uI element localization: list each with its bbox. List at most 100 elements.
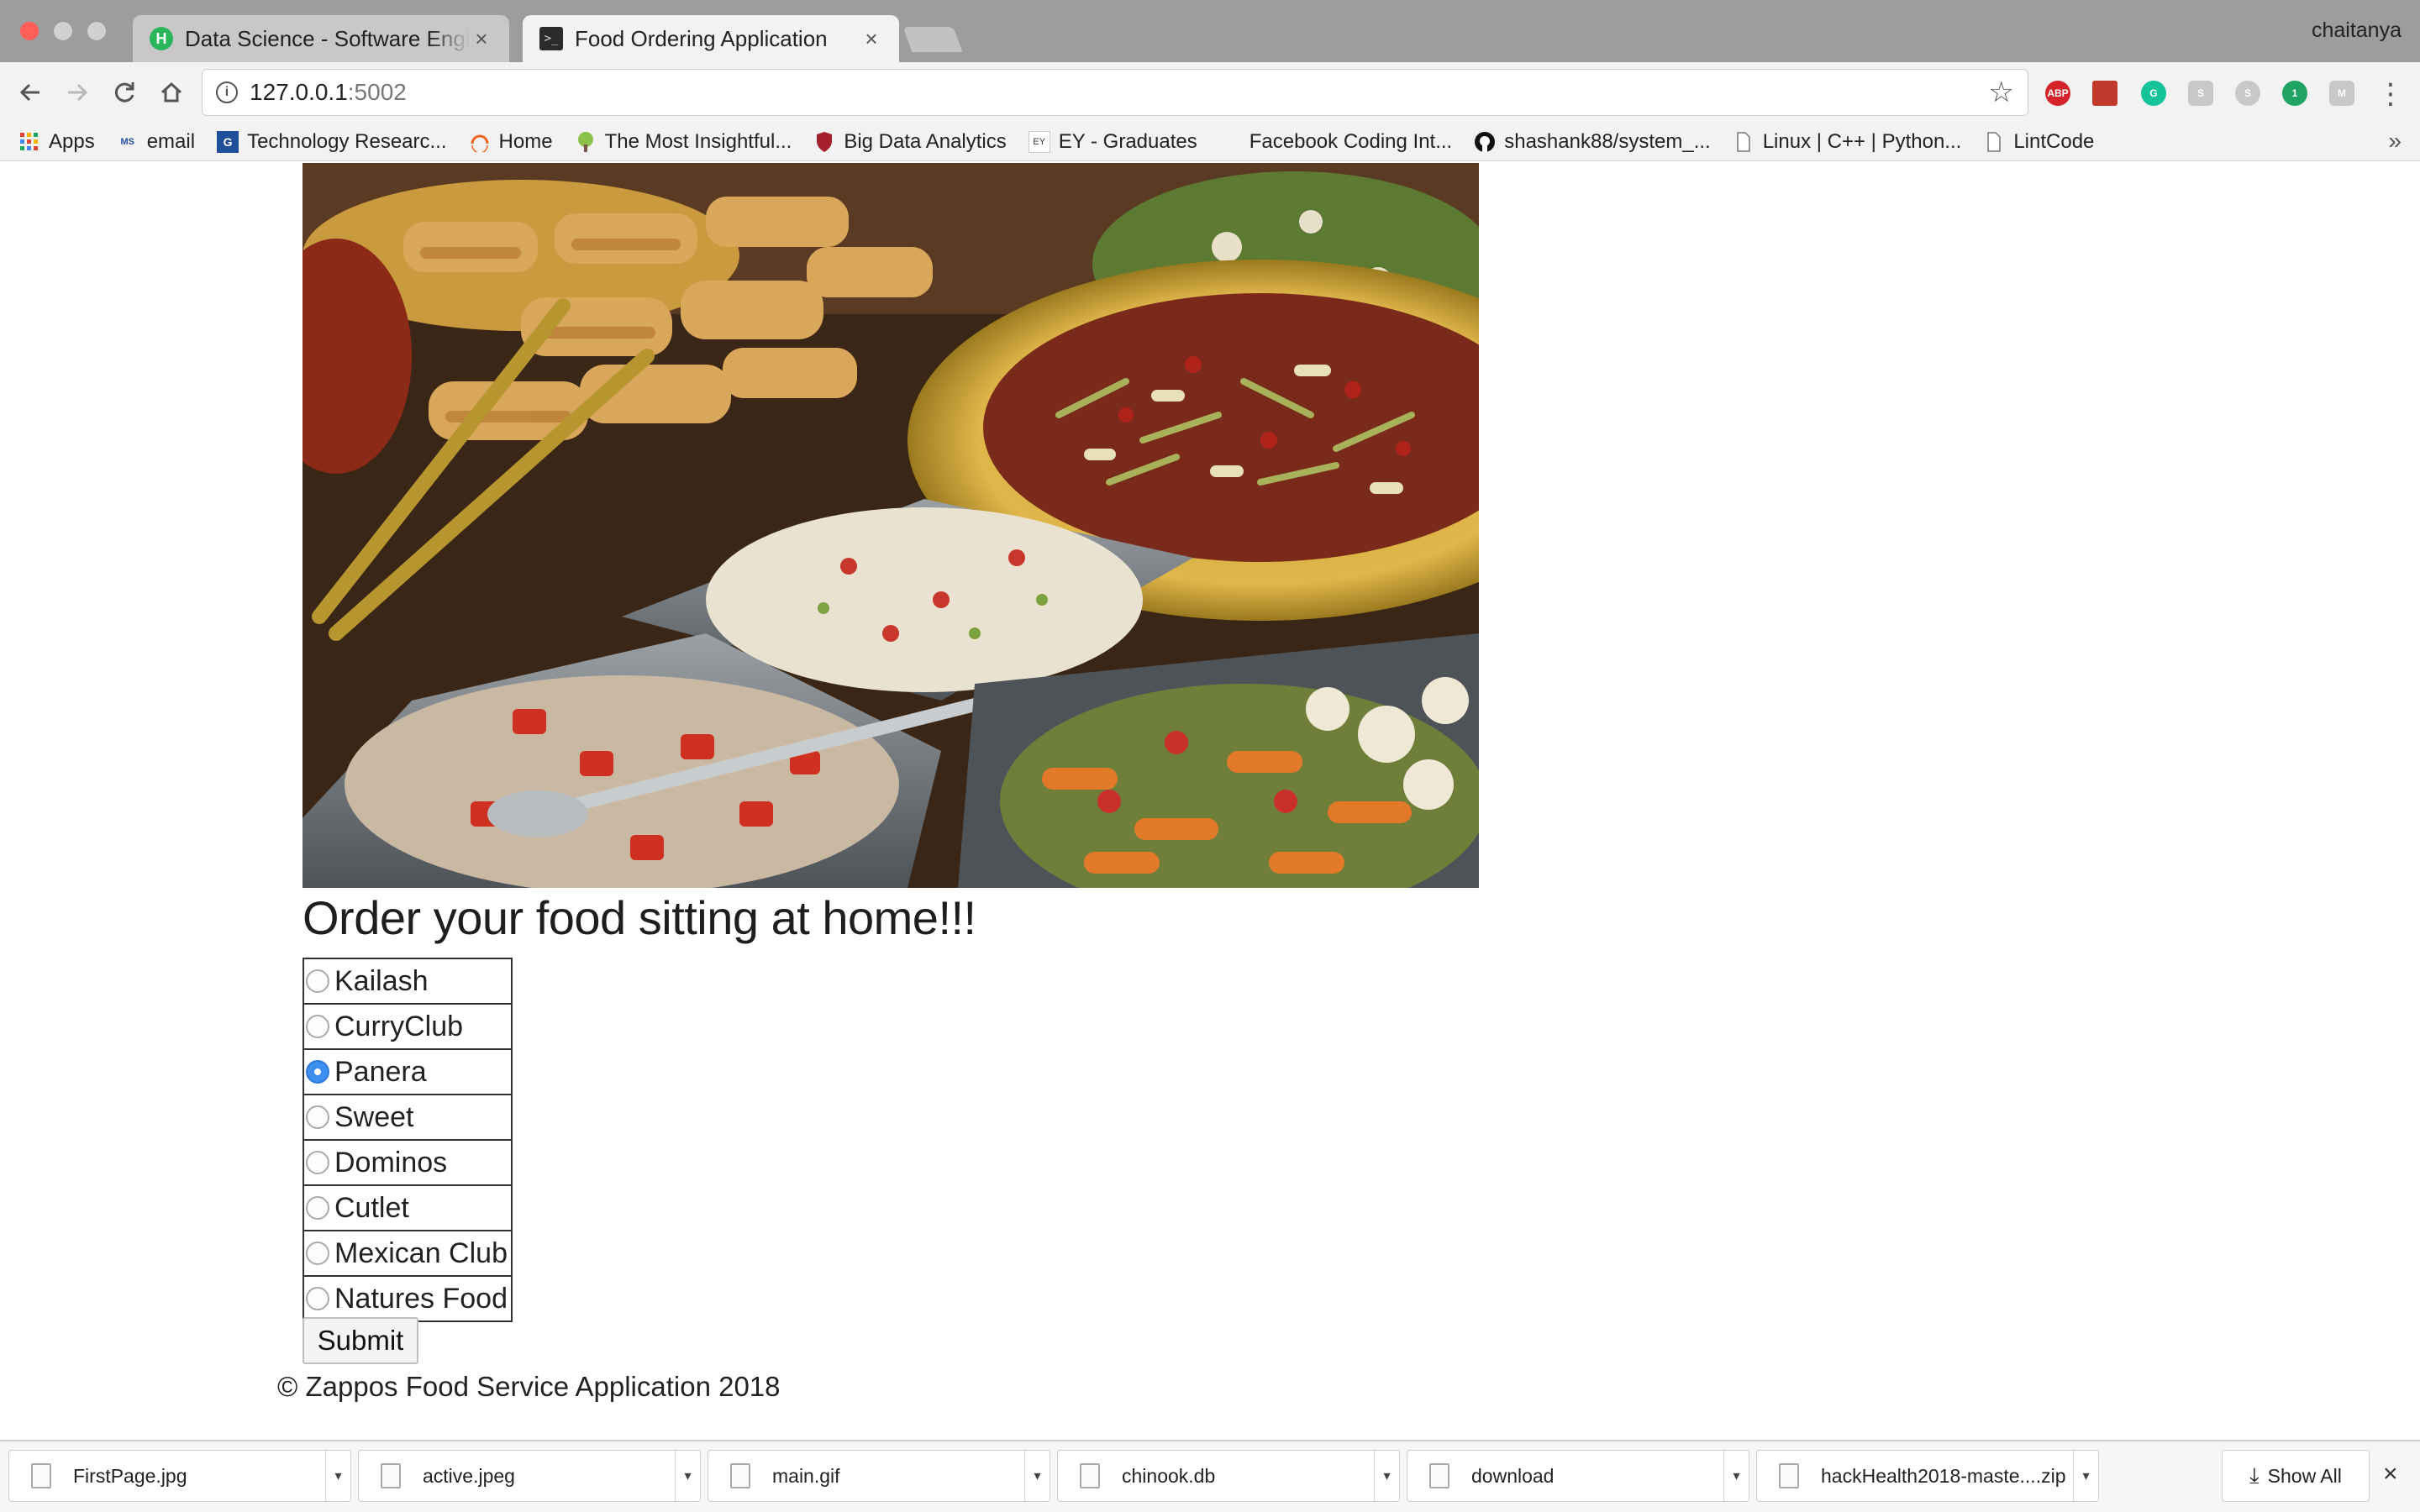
bookmark-label: Facebook Coding Int...	[1249, 129, 1453, 153]
bookmark-star-icon[interactable]: ☆	[1989, 76, 2014, 109]
chevron-down-icon[interactable]: ▾	[1723, 1451, 1749, 1501]
tab-close-icon[interactable]: ×	[860, 26, 882, 52]
show-all-label: Show All	[2267, 1464, 2342, 1487]
download-filename: FirstPage.jpg	[73, 1464, 187, 1487]
chevron-down-icon[interactable]: ▾	[1374, 1451, 1399, 1501]
grammarly-extension-icon[interactable]: G	[2141, 81, 2166, 106]
window-close-button[interactable]	[20, 22, 39, 40]
address-bar[interactable]: i 127.0.0.1:5002 ☆	[202, 69, 2028, 116]
food-buffet-image	[302, 163, 1479, 888]
restaurant-radio[interactable]	[306, 1014, 329, 1038]
restaurant-row[interactable]: Sweet	[302, 1094, 513, 1141]
download-item[interactable]: chinook.db ▾	[1057, 1450, 1400, 1502]
window-minimize-button[interactable]	[54, 22, 72, 40]
page-icon	[1983, 131, 2005, 153]
restaurant-radio[interactable]	[306, 1286, 329, 1310]
bookmarks-overflow-chevron-icon[interactable]: »	[2388, 128, 2402, 155]
bookmark-email[interactable]: MS email	[117, 130, 195, 154]
file-icon	[730, 1463, 750, 1488]
restaurant-radio[interactable]	[306, 1150, 329, 1174]
downloads-shelf: FirstPage.jpg ▾ active.jpeg ▾ main.gif ▾…	[0, 1440, 2420, 1512]
tab-food-ordering[interactable]: >_ Food Ordering Application ×	[523, 15, 899, 62]
restaurant-label: CurryClub	[334, 1010, 464, 1042]
download-item[interactable]: hackHealth2018-maste....zip ▾	[1756, 1450, 2099, 1502]
restaurant-row[interactable]: Panera	[302, 1048, 513, 1095]
chevron-down-icon[interactable]: ▾	[675, 1451, 700, 1501]
url-port: :5002	[347, 79, 407, 105]
download-filename: hackHealth2018-maste....zip	[1821, 1464, 2066, 1487]
badge-extension-icon[interactable]: 1	[2282, 81, 2307, 106]
h-favicon-icon: H	[150, 27, 173, 50]
download-item[interactable]: active.jpeg ▾	[358, 1450, 701, 1502]
bookmark-github-system[interactable]: shashank88/system_...	[1474, 130, 1711, 154]
restaurant-row[interactable]: Dominos	[302, 1139, 513, 1186]
bookmark-label: Home	[498, 129, 553, 153]
restaurant-row[interactable]: Mexican Club	[302, 1230, 513, 1277]
tab-title: Data Science - Software Engin	[185, 25, 471, 51]
bookmark-extension-icon[interactable]	[2092, 81, 2118, 106]
window-maximize-button[interactable]	[87, 22, 106, 40]
restaurant-radio[interactable]	[306, 969, 329, 993]
bookmark-most-insightful[interactable]: The Most Insightful...	[575, 130, 792, 154]
restaurant-label: Kailash	[334, 964, 429, 997]
tab-close-icon[interactable]: ×	[471, 26, 492, 52]
restaurant-radio[interactable]	[306, 1241, 329, 1265]
restaurant-radio[interactable]	[306, 1059, 329, 1084]
skype-extension-icon[interactable]: S	[2235, 81, 2260, 106]
restaurant-choices-table: Kailash CurryClub Panera Sweet Dominos C…	[302, 958, 513, 1322]
file-icon	[31, 1463, 51, 1488]
ey-icon: EY	[1028, 130, 1050, 153]
browser-toolbar: i 127.0.0.1:5002 ☆ ABP G S S 1 M ⋮	[0, 62, 2420, 123]
browser-menu-icon[interactable]: ⋮	[2376, 77, 2405, 111]
site-info-icon[interactable]: i	[216, 81, 238, 103]
m-extension-icon[interactable]: M	[2329, 81, 2354, 106]
profile-name[interactable]: chaitanya	[2312, 18, 2402, 43]
bookmark-ey-graduates[interactable]: EY EY - Graduates	[1028, 130, 1197, 154]
page-heading: Order your food sitting at home!!!	[302, 891, 976, 944]
bookmark-apps[interactable]: Apps	[18, 130, 95, 154]
bookmark-home[interactable]: Home	[469, 130, 553, 154]
file-icon	[1779, 1463, 1799, 1488]
shield-icon	[813, 131, 835, 153]
bookmarks-bar: Apps MS email G Technology Researc... Ho…	[0, 123, 2420, 161]
restaurant-row[interactable]: Natures Food	[302, 1275, 513, 1322]
file-icon	[1429, 1463, 1449, 1488]
restaurant-radio[interactable]	[306, 1105, 329, 1129]
bookmark-linux-cpp-python[interactable]: Linux | C++ | Python...	[1733, 130, 1961, 154]
bookmark-label: Apps	[49, 129, 95, 153]
submit-button[interactable]: Submit	[302, 1317, 418, 1364]
chevron-down-icon[interactable]: ▾	[1024, 1451, 1050, 1501]
bookmark-lintcode[interactable]: LintCode	[1983, 130, 2094, 154]
bookmark-technology-research[interactable]: G Technology Researc...	[217, 130, 447, 154]
browser-tab-strip: H Data Science - Software Engin × >_ Foo…	[0, 0, 2420, 62]
forward-arrow-icon[interactable]	[59, 74, 96, 111]
download-item[interactable]: FirstPage.jpg ▾	[8, 1450, 351, 1502]
bookmark-facebook-coding[interactable]: Facebook Coding Int...	[1219, 130, 1452, 154]
s-extension-icon[interactable]: S	[2188, 81, 2213, 106]
restaurant-row[interactable]: CurryClub	[302, 1003, 513, 1050]
tab-data-science[interactable]: H Data Science - Software Engin ×	[133, 15, 509, 62]
reload-icon[interactable]	[106, 74, 143, 111]
adblock-extension-icon[interactable]: ABP	[2045, 81, 2070, 106]
email-icon: MS	[120, 136, 134, 147]
chevron-down-icon[interactable]: ▾	[2073, 1451, 2098, 1501]
restaurant-row[interactable]: Kailash	[302, 958, 513, 1005]
close-icon[interactable]: ×	[2383, 1460, 2398, 1488]
download-filename: download	[1471, 1464, 1555, 1487]
back-arrow-icon[interactable]	[12, 74, 49, 111]
terminal-favicon-icon: >_	[539, 27, 563, 50]
page-footer: © Zappos Food Service Application 2018	[277, 1371, 781, 1402]
download-filename: active.jpeg	[423, 1464, 515, 1487]
bookmark-big-data[interactable]: Big Data Analytics	[813, 130, 1007, 154]
apps-grid-icon	[18, 131, 40, 153]
download-filename: main.gif	[772, 1464, 840, 1487]
restaurant-radio[interactable]	[306, 1195, 329, 1220]
chevron-down-icon[interactable]: ▾	[325, 1451, 350, 1501]
download-item[interactable]: download ▾	[1407, 1450, 1749, 1502]
new-tab-button[interactable]	[902, 27, 963, 52]
home-icon[interactable]	[153, 74, 190, 111]
restaurant-row[interactable]: Cutlet	[302, 1184, 513, 1231]
show-all-button[interactable]: ⤓ Show All	[2222, 1450, 2370, 1502]
download-item[interactable]: main.gif ▾	[708, 1450, 1050, 1502]
tree-icon	[575, 131, 597, 153]
